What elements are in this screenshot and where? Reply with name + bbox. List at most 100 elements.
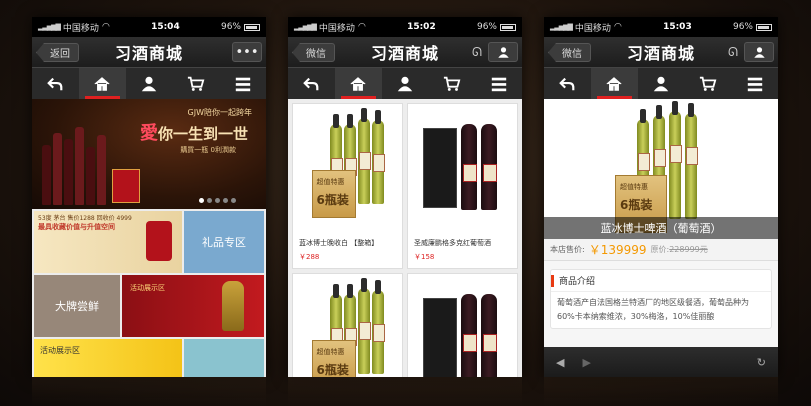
tab-cart[interactable] bbox=[684, 68, 731, 99]
menu-icon bbox=[491, 77, 506, 91]
menu-icon bbox=[747, 77, 762, 91]
ear-icon[interactable]: ᘏ bbox=[728, 45, 738, 60]
tab-back[interactable] bbox=[288, 68, 335, 99]
product-name: 蓝冰博士晚收白 【整箱】 bbox=[299, 239, 379, 247]
browser-toolbar: ◀ ▶ ↻ bbox=[544, 347, 778, 377]
product-card[interactable]: 超值特惠 6瓶装 bbox=[292, 273, 403, 377]
more-button[interactable]: ••• bbox=[232, 42, 262, 62]
signal-icon: ▂▃▅▆▇ bbox=[294, 23, 317, 31]
liquor-box bbox=[146, 221, 172, 261]
back-button[interactable]: 微信 bbox=[292, 43, 335, 62]
price-row: 本店售价: ￥139999 原价:228999元 bbox=[544, 239, 778, 261]
battery-text: 96% bbox=[220, 22, 241, 32]
user-icon bbox=[141, 76, 157, 91]
brand-taste-tile[interactable]: 大牌尝鲜 bbox=[34, 275, 120, 337]
original-price: 原价:228999元 bbox=[650, 245, 708, 254]
product-image bbox=[408, 274, 517, 377]
browser-forward-icon[interactable]: ▶ bbox=[582, 356, 590, 369]
product-hero-image: 超值特惠 6瓶装 蓝冰博士啤酒（葡萄酒） bbox=[544, 99, 778, 239]
intro-panel: 商品介绍 葡萄酒产自法国格兰特酒厂的地区级餐酒，葡萄品种为60%卡本纳索维浓，3… bbox=[550, 269, 772, 329]
tab-back[interactable] bbox=[544, 68, 591, 99]
title-bar: 返回 习酒商城 ••• bbox=[32, 37, 266, 67]
banner-bottles bbox=[42, 127, 106, 205]
product-image: 超值特惠 6瓶装 bbox=[293, 104, 402, 232]
product-card[interactable]: 圣威廉鹏格多克红葡萄酒 ￥158 bbox=[407, 103, 518, 269]
tab-menu[interactable] bbox=[475, 68, 522, 99]
sale-price: ￥139999 bbox=[588, 243, 647, 257]
status-bar: ▂▃▅▆▇ 中国移动 ◠ 15:02 96% bbox=[288, 17, 522, 37]
user-icon bbox=[753, 46, 765, 58]
home-content: GJW陪你一起跨年 愛你一生到一世 購買一瓶 0利潤款 53度 茅台 售价128… bbox=[32, 99, 266, 377]
page-title: 习酒商城 bbox=[626, 44, 695, 63]
signal-icon: ▂▃▅▆▇ bbox=[550, 23, 573, 31]
intro-text: 葡萄酒产自法国格兰特酒厂的地区级餐酒，葡萄品种为60%卡本纳索维浓，30%梅洛，… bbox=[557, 298, 749, 321]
wifi-icon: ◠ bbox=[101, 22, 110, 32]
product-detail: 超值特惠 6瓶装 蓝冰博士啤酒（葡萄酒） 本店售价: ￥139999 原价:228… bbox=[544, 99, 778, 377]
tab-cart[interactable] bbox=[172, 68, 219, 99]
return-arrow-icon bbox=[303, 77, 319, 90]
collect-tile[interactable]: 53度 茅台 售价1288 回收价 4999 最具收藏价值与升值空间 bbox=[34, 211, 182, 273]
detail-body: 商品介绍 葡萄酒产自法国格兰特酒厂的地区级餐酒，葡萄品种为60%卡本纳索维浓，3… bbox=[544, 261, 778, 347]
battery-icon bbox=[756, 23, 772, 31]
banner-line1: GJW陪你一起跨年 bbox=[187, 108, 252, 117]
phone-products: ▂▃▅▆▇ 中国移动 ◠ 15:02 96% 微信 习酒商城 ᘏ 超值特惠 6瓶装 蓝… bbox=[288, 17, 522, 377]
wifi-icon: ◠ bbox=[357, 22, 366, 32]
event-tile-yellow[interactable]: 活动展示区 bbox=[34, 339, 182, 377]
carrier: 中国移动 bbox=[62, 23, 99, 34]
tile-grid: 53度 茅台 售价1288 回收价 4999 最具收藏价值与升值空间 礼品专区 大… bbox=[32, 209, 266, 377]
menu-icon bbox=[235, 77, 250, 91]
tab-back[interactable] bbox=[32, 68, 79, 99]
banner-line3: 購買一瓶 0利潤款 bbox=[180, 146, 236, 154]
cart-icon bbox=[187, 76, 205, 91]
user-icon bbox=[397, 76, 413, 91]
profile-button[interactable] bbox=[744, 42, 774, 62]
return-arrow-icon bbox=[559, 77, 575, 90]
nav-tabbar bbox=[288, 67, 522, 99]
clock: 15:02 bbox=[407, 22, 436, 32]
browser-back-icon[interactable]: ◀ bbox=[556, 356, 564, 369]
return-arrow-icon bbox=[47, 77, 63, 90]
home-icon bbox=[94, 76, 110, 91]
event-tile-red[interactable]: 活动展示区 bbox=[122, 275, 264, 337]
tab-home[interactable] bbox=[334, 68, 382, 99]
product-card[interactable]: 超值特惠 6瓶装 蓝冰博士晚收白 【整箱】 ￥288 bbox=[292, 103, 403, 269]
page-title: 习酒商城 bbox=[370, 44, 439, 63]
page-title: 习酒商城 bbox=[114, 44, 183, 63]
product-image bbox=[408, 104, 517, 232]
home-icon bbox=[350, 76, 366, 91]
carousel-dots[interactable] bbox=[199, 198, 236, 203]
phone-detail: ▂▃▅▆▇ 中国移动 ◠ 15:03 96% 微信 习酒商城 ᘏ 超值特惠 6瓶装 蓝… bbox=[544, 17, 778, 377]
ear-icon[interactable]: ᘏ bbox=[472, 45, 482, 60]
product-card[interactable] bbox=[407, 273, 518, 377]
status-bar: ▂▃▅▆▇ 中国移动 ◠ 15:03 96% bbox=[544, 17, 778, 37]
intro-title: 商品介绍 bbox=[551, 270, 771, 292]
back-button[interactable]: 返回 bbox=[36, 43, 79, 62]
gift-box bbox=[112, 169, 140, 203]
nav-tabbar bbox=[32, 67, 266, 99]
tab-home[interactable] bbox=[78, 68, 126, 99]
tab-user[interactable] bbox=[638, 68, 685, 99]
teal-tile[interactable] bbox=[184, 339, 264, 377]
nav-tabbar bbox=[544, 67, 778, 99]
tab-menu[interactable] bbox=[731, 68, 778, 99]
product-price: ￥288 bbox=[299, 253, 320, 261]
clock: 15:03 bbox=[663, 22, 692, 32]
product-price: ￥158 bbox=[414, 253, 435, 261]
back-button[interactable]: 微信 bbox=[548, 43, 591, 62]
refresh-icon[interactable]: ↻ bbox=[757, 356, 766, 369]
product-caption: 蓝冰博士啤酒（葡萄酒） bbox=[544, 217, 778, 239]
clock: 15:04 bbox=[151, 22, 180, 32]
battery-icon bbox=[500, 23, 516, 31]
promo-banner[interactable]: GJW陪你一起跨年 愛你一生到一世 購買一瓶 0利潤款 bbox=[32, 99, 266, 209]
tab-user[interactable] bbox=[126, 68, 173, 99]
tab-home[interactable] bbox=[590, 68, 638, 99]
home-icon bbox=[606, 76, 622, 91]
signal-icon: ▂▃▅▆▇ bbox=[38, 23, 61, 31]
status-bar: ▂▃▅▆▇ 中国移动 ◠ 15:04 96% bbox=[32, 17, 266, 37]
tab-cart[interactable] bbox=[428, 68, 475, 99]
gift-zone-tile[interactable]: 礼品专区 bbox=[184, 211, 264, 273]
tab-user[interactable] bbox=[382, 68, 429, 99]
tab-menu[interactable] bbox=[219, 68, 266, 99]
cart-icon bbox=[443, 76, 461, 91]
profile-button[interactable] bbox=[488, 42, 518, 62]
